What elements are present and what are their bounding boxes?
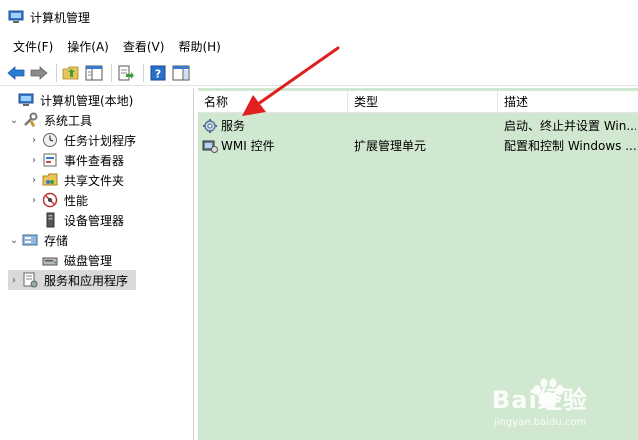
tree-label: 性能	[64, 193, 89, 208]
toolbar-separator	[56, 63, 57, 82]
tree-node-task-scheduler[interactable]: › 任务计划程序	[28, 130, 138, 150]
toolbar-separator	[111, 63, 112, 82]
svg-text:?: ?	[155, 67, 161, 80]
forward-icon	[30, 65, 48, 80]
column-header-type[interactable]: 类型	[348, 91, 498, 113]
row-name-text: WMI 控件	[221, 139, 275, 153]
services-apps-icon	[22, 272, 38, 288]
tree-node-device-manager[interactable]: 设备管理器	[28, 210, 126, 230]
tree-node-performance[interactable]: › 性能	[28, 190, 90, 210]
tree-label: 共享文件夹	[64, 173, 125, 188]
expand-caret[interactable]: ›	[28, 175, 40, 186]
show-hide-tree-button[interactable]	[84, 63, 104, 83]
gear-services-icon	[203, 119, 217, 133]
menu-action[interactable]: 操作(A)	[60, 36, 116, 58]
row-name-text: 服务	[221, 119, 246, 133]
tree-label: 服务和应用程序	[42, 270, 131, 290]
tree-node-services-and-applications[interactable]: › 服务和应用程序	[8, 270, 136, 290]
toolbar: ?	[0, 60, 638, 86]
expand-caret[interactable]: ›	[28, 135, 40, 146]
computer-management-icon	[8, 10, 24, 23]
tree-node-event-viewer[interactable]: › 事件查看器	[28, 150, 126, 170]
title-bar: 计算机管理	[0, 0, 638, 34]
tree-node-shared-folders[interactable]: › 共享文件夹	[28, 170, 126, 190]
export-list-icon	[118, 65, 134, 80]
menu-bar: 文件(F) 操作(A) 查看(V) 帮助(H)	[0, 36, 638, 58]
export-list-button[interactable]	[116, 63, 136, 83]
menu-help[interactable]: 帮助(H)	[171, 36, 227, 58]
back-button[interactable]	[6, 63, 26, 83]
properties-pane-icon	[172, 65, 190, 80]
forward-button[interactable]	[29, 63, 49, 83]
tools-icon	[22, 112, 38, 128]
expand-caret[interactable]: ›	[8, 275, 20, 286]
tree-node-computer-management[interactable]: 计算机管理(本地)	[4, 90, 135, 110]
tree-node-storage[interactable]: ⌄ 存储	[8, 230, 70, 250]
toolbar-separator	[143, 63, 144, 82]
cell-name: 服务	[202, 116, 348, 136]
shared-folder-icon	[42, 172, 58, 188]
list-header: 名称 类型 描述	[198, 91, 638, 113]
wmi-control-icon	[202, 140, 218, 153]
cell-name: WMI 控件	[202, 136, 348, 156]
menu-file[interactable]: 文件(F)	[6, 36, 60, 58]
list-row-services[interactable]: 服务 启动、终止并设置 Win...	[198, 116, 638, 136]
help-icon: ?	[150, 65, 166, 80]
watermark-url: jingyan.baidu.com	[494, 417, 587, 428]
computer-management-icon	[18, 92, 34, 108]
tree-label: 设备管理器	[64, 213, 125, 228]
back-icon	[7, 65, 25, 80]
up-level-button[interactable]	[61, 63, 81, 83]
expand-caret[interactable]: ›	[28, 155, 40, 166]
tree-label: 计算机管理(本地)	[40, 93, 134, 108]
expand-caret[interactable]: ›	[28, 195, 40, 206]
list-row-wmi-control[interactable]: WMI 控件 扩展管理单元 配置和控制 Windows ...	[198, 136, 638, 156]
tree-label: 系统工具	[44, 113, 93, 128]
cell-type	[354, 116, 498, 136]
tree-label: 事件查看器	[64, 153, 125, 168]
console-tree: 计算机管理(本地) ⌄ 系统工具 › 任务计划程序 › 事件查看器 › 共享文件…	[0, 88, 194, 440]
performance-icon	[42, 192, 58, 208]
column-header-description[interactable]: 描述	[498, 91, 638, 113]
clock-icon	[42, 132, 58, 148]
storage-icon	[22, 232, 38, 248]
help-button[interactable]: ?	[148, 63, 168, 83]
tree-node-disk-management[interactable]: 磁盘管理	[28, 250, 114, 270]
collapse-caret[interactable]: ⌄	[8, 235, 20, 246]
menu-view[interactable]: 查看(V)	[116, 36, 172, 58]
tree-label: 存储	[44, 233, 69, 248]
tree-label: 磁盘管理	[64, 253, 113, 268]
up-folder-icon	[62, 66, 79, 79]
device-manager-icon	[42, 212, 58, 228]
tree-node-system-tools[interactable]: ⌄ 系统工具	[8, 110, 94, 130]
column-header-name[interactable]: 名称	[198, 91, 348, 113]
cell-description: 启动、终止并设置 Win...	[504, 119, 636, 133]
action-pane-button[interactable]	[171, 63, 191, 83]
disk-icon	[42, 252, 58, 268]
show-hide-tree-icon	[85, 65, 103, 80]
baidu-jingyan-watermark: Bai经验 jingyan.baidu.com	[488, 372, 638, 440]
cell-description: 配置和控制 Windows ...	[504, 139, 636, 153]
collapse-caret[interactable]: ⌄	[8, 115, 20, 126]
cell-type: 扩展管理单元	[354, 139, 427, 153]
window-title: 计算机管理	[30, 10, 91, 25]
tree-label: 任务计划程序	[64, 133, 137, 148]
watermark-brand: Bai经验	[492, 386, 588, 414]
event-viewer-icon	[42, 152, 58, 168]
